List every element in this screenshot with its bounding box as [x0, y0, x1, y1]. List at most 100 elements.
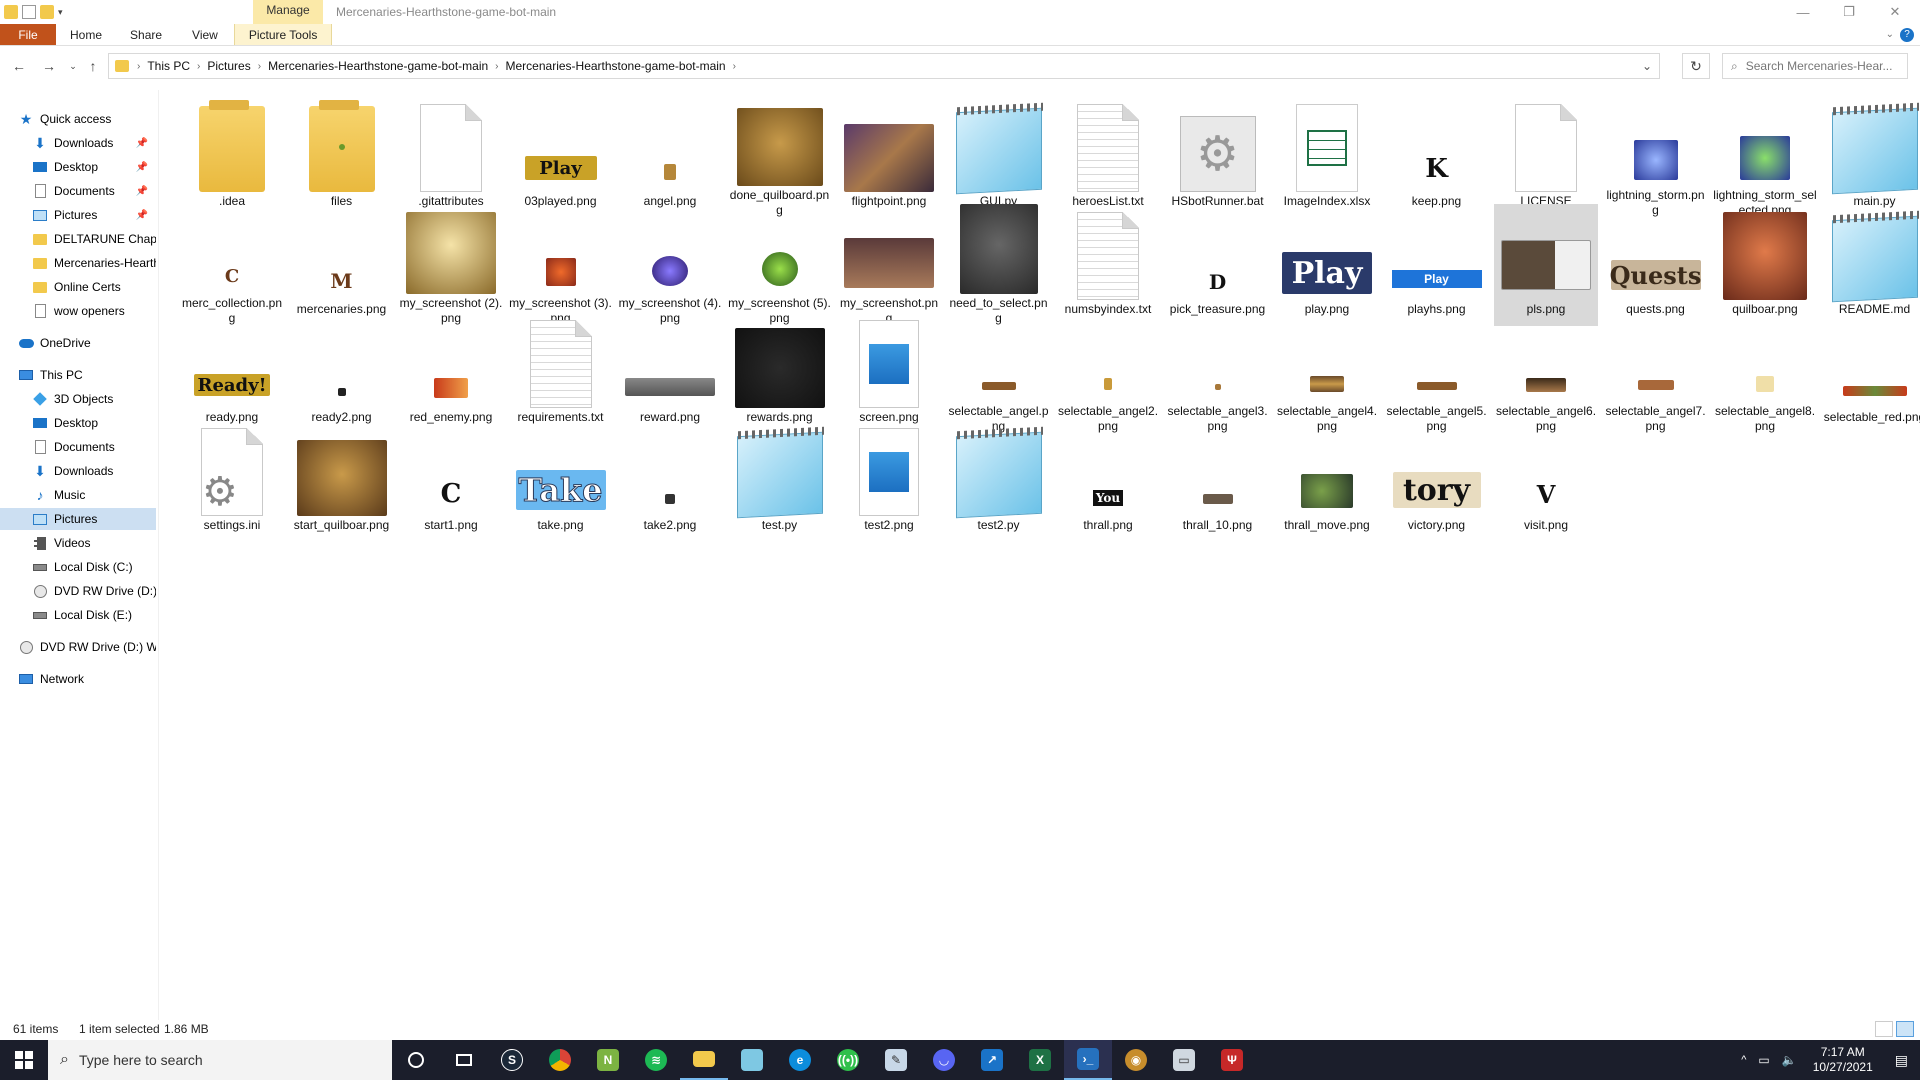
discord-icon[interactable]: ◡: [920, 1040, 968, 1080]
file-thumbnail[interactable]: [1827, 204, 1920, 303]
file-thumbnail[interactable]: [951, 96, 1047, 195]
file-thumbnail[interactable]: [841, 312, 937, 408]
breadcrumb-project-subfolder[interactable]: Mercenaries-Hearthstone-game-bot-main: [501, 59, 731, 73]
file-item[interactable]: need_to_select.png: [947, 204, 1051, 326]
file-item[interactable]: Kkeep.png: [1385, 96, 1489, 218]
address-bar[interactable]: › This PC › Pictures › Mercenaries-Heart…: [108, 53, 1660, 79]
file-item[interactable]: ⚙ settings.ini: [180, 420, 284, 542]
notepad-icon[interactable]: [728, 1040, 776, 1080]
file-thumbnail[interactable]: Play: [1389, 204, 1485, 300]
file-thumbnail[interactable]: ⚙: [184, 420, 280, 516]
file-item[interactable]: flightpoint.png: [837, 96, 941, 218]
excel-icon[interactable]: X: [1016, 1040, 1064, 1080]
file-thumbnail[interactable]: [1060, 96, 1156, 192]
sidebar-item-online-certs[interactable]: Online Certs: [0, 276, 156, 298]
sidebar-item-local-disk-e[interactable]: Local Disk (E:): [0, 604, 156, 626]
tab-file[interactable]: File: [0, 24, 56, 45]
manage-context-tab[interactable]: Manage: [253, 0, 323, 24]
file-thumbnail[interactable]: [294, 420, 390, 516]
file-thumbnail[interactable]: [403, 204, 499, 294]
file-item[interactable]: thrall_10.png: [1166, 420, 1270, 542]
back-arrow-icon[interactable]: ←: [6, 53, 32, 79]
file-item[interactable]: Vvisit.png: [1494, 420, 1598, 542]
spotify-icon[interactable]: ≋: [632, 1040, 680, 1080]
tab-home[interactable]: Home: [56, 24, 118, 45]
file-thumbnail[interactable]: [841, 96, 937, 192]
task-view-icon[interactable]: [440, 1040, 488, 1080]
file-item[interactable]: selectable_angel7.png: [1604, 312, 1708, 434]
file-thumbnail[interactable]: [732, 312, 828, 408]
steam-icon[interactable]: S: [488, 1040, 536, 1080]
file-item[interactable]: files: [290, 96, 394, 218]
file-item[interactable]: pls.png: [1494, 204, 1598, 326]
python-idle-icon[interactable]: ▭: [1160, 1040, 1208, 1080]
file-item[interactable]: my_screenshot (2).png: [399, 204, 503, 326]
file-item[interactable]: Ready! ready.png: [180, 312, 284, 434]
file-thumbnail[interactable]: [622, 96, 718, 192]
file-item[interactable]: selectable_angel6.png: [1494, 312, 1598, 434]
new-folder-icon[interactable]: [40, 5, 54, 19]
file-item[interactable]: selectable_angel.png: [947, 312, 1051, 434]
restore-button[interactable]: ❐: [1826, 0, 1872, 24]
file-thumbnail[interactable]: [403, 312, 499, 408]
file-thumbnail[interactable]: tory: [1389, 420, 1485, 516]
file-thumbnail[interactable]: [951, 312, 1047, 402]
pin-icon[interactable]: 📌: [136, 162, 148, 173]
file-item[interactable]: quilboar.png: [1713, 204, 1817, 326]
file-item[interactable]: screen.png: [837, 312, 941, 434]
file-item[interactable]: tory victory.png: [1385, 420, 1489, 542]
file-item[interactable]: Dpick_treasure.png: [1166, 204, 1270, 326]
breadcrumb-separator[interactable]: ›: [195, 61, 202, 72]
sidebar-item-pc-pictures[interactable]: Pictures: [0, 508, 156, 530]
file-thumbnail[interactable]: You: [1060, 420, 1156, 516]
sidebar-item-3d-objects[interactable]: 3D Objects: [0, 388, 156, 410]
file-thumbnail[interactable]: [732, 204, 828, 294]
sidebar-item-wow-openers[interactable]: wow openers: [0, 300, 156, 322]
file-thumbnail[interactable]: Ready!: [184, 312, 280, 408]
file-item[interactable]: numsbyindex.txt: [1056, 204, 1160, 326]
file-item[interactable]: Play playhs.png: [1385, 204, 1489, 326]
file-explorer-icon[interactable]: [680, 1040, 728, 1080]
powershell-icon[interactable]: ›_: [1064, 1040, 1112, 1080]
file-item[interactable]: selectable_angel8.png: [1713, 312, 1817, 434]
sidebar-item-local-disk-c[interactable]: Local Disk (C:): [0, 556, 156, 578]
file-thumbnail[interactable]: [184, 96, 280, 192]
file-item[interactable]: test.py: [728, 420, 832, 542]
notepad-plus-icon[interactable]: N: [584, 1040, 632, 1080]
file-item[interactable]: take2.png: [618, 420, 722, 542]
file-item[interactable]: requirements.txt: [509, 312, 613, 434]
search-input[interactable]: [1745, 59, 1896, 73]
file-item[interactable]: my_screenshot.png: [837, 204, 941, 326]
file-thumbnail[interactable]: [513, 204, 609, 294]
file-item[interactable]: selectable_red.png: [1823, 312, 1920, 434]
file-thumbnail[interactable]: [951, 420, 1047, 519]
file-item[interactable]: angel.png: [618, 96, 722, 218]
hearthstone-icon[interactable]: ◉: [1112, 1040, 1160, 1080]
breadcrumb-separator[interactable]: ›: [731, 61, 738, 72]
sidebar-item-pictures[interactable]: Pictures 📌: [0, 204, 156, 226]
file-item[interactable]: reward.png: [618, 312, 722, 434]
file-thumbnail[interactable]: [1170, 420, 1266, 516]
file-item[interactable]: You thrall.png: [1056, 420, 1160, 542]
file-thumbnail[interactable]: Play: [513, 96, 609, 192]
edge-icon[interactable]: e: [776, 1040, 824, 1080]
up-arrow-icon[interactable]: ↑: [80, 53, 106, 79]
file-thumbnail[interactable]: [403, 96, 499, 192]
file-thumbnail[interactable]: [1060, 204, 1156, 300]
voice-app-icon[interactable]: ((•)): [824, 1040, 872, 1080]
file-thumbnail[interactable]: [1060, 312, 1156, 402]
customize-toolbar-icon[interactable]: ▾: [58, 7, 63, 18]
file-thumbnail[interactable]: [622, 420, 718, 516]
file-thumbnail[interactable]: [1279, 312, 1375, 402]
clock[interactable]: 7:17 AM 10/27/2021: [1803, 1045, 1883, 1075]
sidebar-item-pc-downloads[interactable]: ⬇ Downloads: [0, 460, 156, 482]
sidebar-item-mercenaries[interactable]: Mercenaries-Hearth: [0, 252, 156, 274]
details-view-button[interactable]: [1875, 1021, 1893, 1037]
file-thumbnail[interactable]: [951, 204, 1047, 294]
network-icon[interactable]: ▭: [1752, 1053, 1775, 1067]
file-item[interactable]: lightning_storm.png: [1604, 96, 1708, 218]
file-thumbnail[interactable]: [732, 420, 828, 519]
refresh-button[interactable]: ↻: [1682, 53, 1710, 79]
sidebar-item-network[interactable]: Network: [0, 668, 156, 690]
file-thumbnail[interactable]: [513, 312, 609, 408]
